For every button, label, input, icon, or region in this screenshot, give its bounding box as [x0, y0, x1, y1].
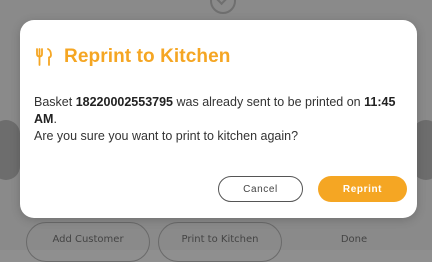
- background-panel-left: [0, 120, 20, 180]
- reprint-dialog: Reprint to Kitchen Basket 18220002553795…: [20, 20, 417, 218]
- dialog-title: Reprint to Kitchen: [64, 46, 231, 67]
- cancel-button[interactable]: Cancel: [218, 176, 303, 202]
- done-button: Done: [340, 234, 368, 245]
- print-to-kitchen-button: Print to Kitchen: [158, 222, 282, 262]
- basket-number: 18220002553795: [75, 95, 174, 109]
- reprint-button[interactable]: Reprint: [318, 176, 407, 202]
- fork-knife-icon: [36, 48, 52, 66]
- add-customer-button: Add Customer: [26, 222, 150, 262]
- message-text: .: [53, 112, 57, 126]
- message-text: was already sent to be printed on: [173, 95, 365, 109]
- message-text: Basket: [34, 95, 76, 109]
- confirm-question: Are you sure you want to print to kitche…: [34, 129, 299, 143]
- dialog-message: Basket 18220002553795 was already sent t…: [34, 94, 404, 145]
- dialog-header: Reprint to Kitchen: [34, 46, 230, 68]
